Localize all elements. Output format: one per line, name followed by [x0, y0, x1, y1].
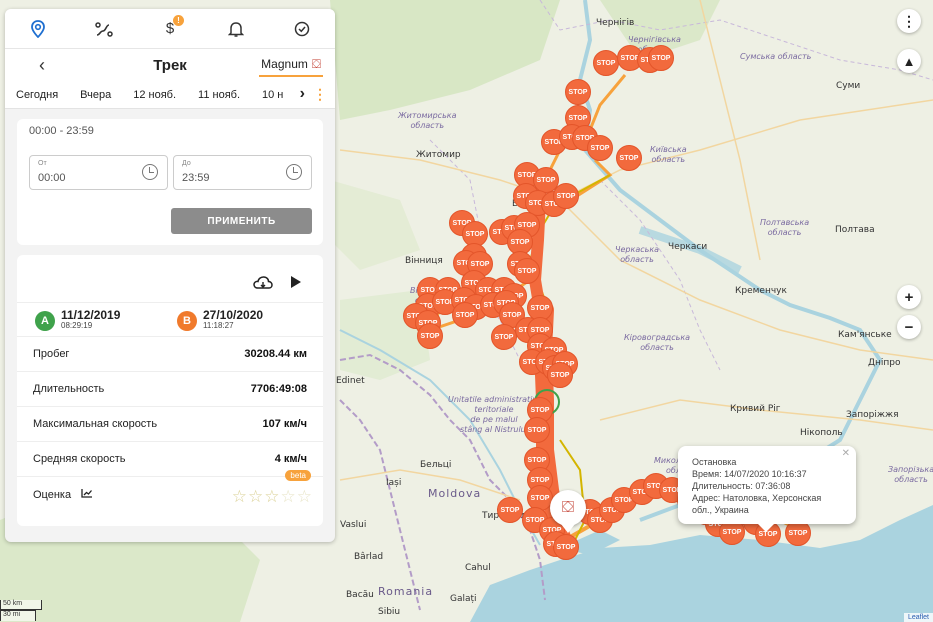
minus-icon: −: [904, 318, 914, 336]
popup-title: Остановка: [692, 457, 737, 467]
chevron-right-icon[interactable]: ›: [293, 85, 305, 103]
stat-label: Пробег: [33, 348, 70, 360]
stop-popup: ✕ Остановка Время: 14/07/2020 10:16:37 Д…: [678, 446, 856, 532]
time-filter-card: 00:00 - 23:59 От 00:00 До 23:59 ПРИМЕНИТ…: [17, 119, 323, 245]
stop-marker[interactable]: STOP: [417, 323, 443, 349]
rating-row: Оценка beta ☆☆☆☆☆: [17, 470, 323, 512]
stop-marker[interactable]: STOP: [553, 534, 579, 560]
date-tab-today[interactable]: Сегодня: [5, 89, 69, 101]
date-tabs: Сегодня Вчера 12 нояб. 11 нояб. 10 н › ⋮: [5, 81, 335, 109]
time-to-field[interactable]: До 23:59: [173, 155, 312, 190]
track-panel: $ ! ‹ Трек Magnum ⛋ Сегодня Вчера 12 ноя…: [5, 9, 335, 542]
stat-value: 107 км/ч: [262, 418, 308, 430]
map-pin-icon[interactable]: [21, 12, 55, 46]
clock-icon: [286, 164, 302, 180]
start-badge: A: [35, 311, 55, 331]
navigation-arrow-icon: ▲: [902, 53, 916, 69]
rating-stars[interactable]: ☆☆☆☆☆: [232, 487, 313, 507]
map-scale: 50 km 30 mi: [0, 600, 42, 621]
scale-mi: 30 mi: [0, 610, 36, 621]
date-tab-yesterday[interactable]: Вчера: [69, 89, 122, 101]
clock-icon: [142, 164, 158, 180]
star-icon[interactable]: ☆: [297, 487, 313, 506]
title-bar: ‹ Трек Magnum ⛋: [5, 49, 335, 81]
vehicle-marker-pointer: [561, 524, 575, 533]
truck-icon: ⛋: [561, 499, 575, 516]
plus-icon: +: [904, 288, 914, 306]
close-icon[interactable]: ✕: [842, 448, 850, 460]
stop-marker[interactable]: STOP: [452, 302, 478, 328]
time-range: 00:00 - 23:59: [29, 125, 94, 137]
trip-actions: [17, 255, 323, 303]
stop-marker[interactable]: STOP: [497, 497, 523, 523]
date-tab-12nov[interactable]: 12 нояб.: [122, 89, 187, 101]
beta-badge: beta: [285, 470, 311, 481]
star-icon[interactable]: ☆: [232, 487, 248, 506]
time-from-label: От: [38, 160, 47, 167]
stat-row-max-speed: Максимальная скорость 107 км/ч: [17, 407, 323, 442]
stop-marker[interactable]: STOP: [524, 417, 550, 443]
more-vertical-icon[interactable]: ⋮: [313, 86, 327, 103]
end-time: 11:18:27: [203, 321, 234, 330]
stop-marker[interactable]: STOP: [514, 258, 540, 284]
stat-row-duration: Длительность 7706:49:08: [17, 372, 323, 407]
rating-label: Оценка: [33, 488, 72, 501]
stop-marker[interactable]: STOP: [547, 362, 573, 388]
time-to-label: До: [182, 160, 191, 167]
play-icon[interactable]: [291, 276, 301, 288]
trip-endpoints: A 11/12/2019 08:29:19 B 27/10/2020 11:18…: [17, 303, 323, 337]
top-navigation: $ !: [5, 9, 335, 49]
star-icon[interactable]: ☆: [281, 487, 297, 506]
vehicle-name: Magnum: [261, 57, 308, 71]
date-tab-11nov[interactable]: 11 нояб.: [187, 89, 251, 101]
date-tab-10nov[interactable]: 10 н: [251, 89, 294, 101]
start-time: 08:29:19: [61, 321, 93, 330]
stop-marker[interactable]: STOP: [593, 50, 619, 76]
map-menu-button[interactable]: ⋮: [897, 9, 921, 33]
stat-label: Максимальная скорость: [33, 418, 158, 430]
map-attribution[interactable]: Leaflet: [903, 613, 933, 622]
stat-row-mileage: Пробег 30208.44 км: [17, 337, 323, 372]
stop-marker[interactable]: STOP: [587, 135, 613, 161]
apply-button[interactable]: ПРИМЕНИТЬ: [171, 208, 312, 234]
time-to-value: 23:59: [182, 172, 210, 184]
compass-button[interactable]: ▲: [897, 49, 921, 73]
start-date: 11/12/2019: [61, 308, 121, 322]
vehicle-selector[interactable]: Magnum ⛋: [259, 53, 323, 77]
trip-stats-card: A 11/12/2019 08:29:19 B 27/10/2020 11:18…: [17, 255, 323, 526]
chart-icon[interactable]: [81, 488, 93, 501]
stat-value: 7706:49:08: [250, 383, 307, 395]
route-icon[interactable]: [87, 12, 121, 46]
stat-value: 4 км/ч: [274, 453, 307, 465]
end-badge: B: [177, 311, 197, 331]
stat-label: Длительность: [33, 383, 105, 395]
stop-marker[interactable]: STOP: [565, 79, 591, 105]
dollar-badge: !: [173, 14, 184, 26]
dollar-icon[interactable]: $ !: [153, 12, 187, 46]
stat-label: Средняя скорость: [33, 453, 126, 465]
zoom-out-button[interactable]: −: [897, 315, 921, 339]
stat-value: 30208.44 км: [244, 348, 307, 360]
stop-marker[interactable]: STOP: [616, 145, 642, 171]
time-from-field[interactable]: От 00:00: [29, 155, 168, 190]
stop-marker[interactable]: STOP: [491, 324, 517, 350]
stat-row-avg-speed: Средняя скорость 4 км/ч: [17, 442, 323, 477]
zoom-in-button[interactable]: +: [897, 285, 921, 309]
stop-marker[interactable]: STOP: [553, 183, 579, 209]
popup-duration: Длительность: 07:36:08: [692, 481, 791, 491]
popup-address: Адрес: Натоловка, Херсонская обл., Украи…: [692, 493, 822, 515]
truck-icon: ⛋: [311, 56, 321, 71]
end-date: 27/10/2020: [203, 308, 264, 322]
vehicle-marker[interactable]: ⛋: [550, 490, 586, 526]
stop-marker[interactable]: STOP: [648, 45, 674, 71]
popup-time: Время: 14/07/2020 10:16:37: [692, 469, 807, 479]
scale-km: 50 km: [0, 600, 42, 610]
more-vertical-icon: ⋮: [902, 12, 916, 29]
checkbox-icon[interactable]: [285, 12, 319, 46]
star-icon[interactable]: ☆: [264, 487, 280, 506]
star-icon[interactable]: ☆: [248, 487, 264, 506]
time-from-value: 00:00: [38, 172, 66, 184]
bell-icon[interactable]: [219, 12, 253, 46]
cloud-download-icon[interactable]: [253, 275, 273, 295]
